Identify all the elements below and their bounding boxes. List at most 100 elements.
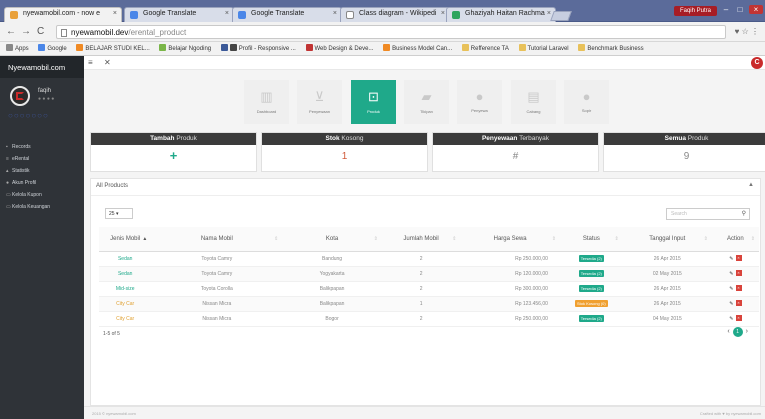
tab-ghaziyah[interactable]: Ghaziyah Haitan Rachma × [446,7,556,22]
bookmark-apps[interactable]: Apps [6,44,29,52]
search-icon[interactable]: ⚲ [742,210,746,217]
tile-cabang[interactable]: ▤ Cabang [511,80,556,124]
column-header-jumlah[interactable]: Jumlah Mobil ⇕ [381,227,461,252]
delete-icon[interactable]: × [735,285,742,292]
sidebar-item-kelola-keuangan[interactable]: ▭Kelola Keuangan [0,201,84,213]
column-label: Jumlah Mobil [403,235,439,242]
edit-icon[interactable]: ✎ [729,301,733,307]
tile-dashboard[interactable]: ▥ Dashboard [244,80,289,124]
close-tab-icon[interactable]: × [225,10,229,17]
prev-page-icon[interactable]: ‹ [727,328,729,335]
column-header-jenis[interactable]: Jenis Mobil ▲ [99,227,152,252]
card-value: 1 [341,151,348,162]
bookmark-belajar-studi[interactable]: BELAJAR STUDI KEL... [76,44,150,52]
bookmark-benchmark[interactable]: Benchmark Business [578,44,644,52]
card-penyewaan-terbanyak[interactable]: Penyewaan Terbanyak # [432,132,599,172]
sidebar-item-akun-profil[interactable]: ● Akun Profil [0,177,84,189]
sidebar-item-erental[interactable]: ≡ eRental [0,153,84,165]
sidebar-item-label: Kelola Keuangan [12,204,51,210]
cart-icon: ⊻ [314,89,325,104]
bookmark-label: Tutorial Laravel [527,46,569,52]
brand-title[interactable]: Nyewamobil.com [0,56,84,78]
close-tab-icon[interactable]: × [547,10,551,17]
edit-icon[interactable]: ✎ [729,271,733,277]
next-page-icon[interactable]: › [746,328,748,335]
tile-label: Sopir [581,108,592,113]
theme-dots-icon[interactable]: ○○○○○○○ [8,111,49,120]
sidebar-item-records[interactable]: ▪ Records [0,141,84,153]
bookmark-belajar-ngoding[interactable]: Belajar Ngoding [159,44,211,52]
search-input[interactable]: Search ⚲ [666,208,750,220]
edit-icon[interactable]: ✎ [729,286,733,292]
sidebar-item-statistik[interactable]: ▴ Statistik [0,165,84,177]
collapse-icon[interactable]: ▲ [748,182,754,188]
column-header-nama[interactable]: Nama Mobil ⇕ [151,227,283,252]
cell-kota: Balikpapan [282,281,382,297]
delete-icon[interactable]: × [735,270,742,277]
url-input[interactable]: nyewamobil.dev/erental_product [56,25,726,39]
bar-chart-icon: ▥ [260,89,273,104]
url-host: nyewamobil.dev [71,28,129,37]
cell-nama: Nissan Micra [151,311,283,327]
edit-icon[interactable]: ✎ [729,256,733,262]
bookmark-google[interactable]: Google [38,44,67,52]
bookmark-web-design[interactable]: Web Design & Deve... [305,44,373,52]
app-logo-icon[interactable]: C [751,57,763,69]
tile-penyewaan[interactable]: ⊻ Penyewaan [297,80,342,124]
extension-icons[interactable]: ♥ ☆ ⋮ [735,27,759,36]
tab-nyewamobil[interactable]: nyewamobil.com - now e × [4,7,122,22]
tile-produk[interactable]: ⊡ Produk [351,80,396,124]
edit-icon[interactable]: ✎ [729,316,733,322]
tab-google-translate-2[interactable]: Google Translate × [232,7,342,22]
tab-label: Google Translate [251,10,305,17]
forward-icon[interactable]: → [21,26,31,37]
avatar[interactable] [10,86,30,106]
bookmark-business-model[interactable]: Business Model Can... [383,44,452,52]
menu-toggle-icon[interactable]: ≡ [88,58,93,67]
column-header-tanggal[interactable]: Tanggal Input ⇕ [622,227,712,252]
maximize-icon[interactable]: □ [733,5,747,14]
tile-penyewa[interactable]: ● Penyewa [457,80,502,124]
column-label: Harga Sewa [493,235,527,242]
page-size-select[interactable]: 25 ▾ [105,208,133,219]
close-tab-icon[interactable]: × [113,10,117,17]
new-tab-button[interactable] [550,11,572,21]
card-semua-produk[interactable]: Semua Produk 9 [603,132,765,172]
card-tambah-produk[interactable]: Tambah Produk + [90,132,257,172]
add-product-icon[interactable]: + [91,145,256,163]
reload-icon[interactable]: C [37,26,44,37]
bookmark-refference-ta[interactable]: Refference TA [461,44,509,52]
delete-icon[interactable]: × [735,315,742,322]
user-icon: ● [475,89,484,104]
close-tab-icon[interactable]: × [441,10,445,17]
close-window-icon[interactable]: × [749,5,763,14]
sidebar-item-label: Statistik [12,168,30,174]
sidebar-item-kelola-kupon[interactable]: ▭Kelola Kupon [0,189,84,201]
fullscreen-icon[interactable]: ✕ [104,58,111,67]
bookmark-label: BELAJAR STUDI KEL... [85,46,150,52]
minimize-icon[interactable]: – [719,5,733,14]
page-current[interactable]: 1 [732,327,743,337]
tab-google-translate-1[interactable]: Google Translate × [124,7,234,22]
column-header-kota[interactable]: Kota ⇕ [282,227,382,252]
cell-harga: Rp 250.000,00 [460,251,560,267]
card-header: Stok Kosong [262,133,427,145]
table-row: Sedan Toyota Camry Yogyakarta 2 Rp 120.0… [99,266,759,282]
column-header-status[interactable]: Status ⇕ [559,227,623,252]
folder-icon [518,44,526,51]
delete-icon[interactable]: × [735,255,742,262]
delete-icon[interactable]: × [735,300,742,307]
tab-wikipedia[interactable]: Class diagram - Wikipedi × [340,7,450,22]
card-stok-kosong[interactable]: Stok Kosong 1 [261,132,428,172]
close-tab-icon[interactable]: × [333,10,337,17]
bookmark-tutorial-laravel[interactable]: Tutorial Laravel [518,44,569,52]
back-icon[interactable]: ← [6,26,16,37]
column-header-harga[interactable]: Harga Sewa ⇕ [460,227,560,252]
nyewamobil-favicon-icon [10,11,18,19]
tile-tikipan[interactable]: ▰ Tikipan [404,80,449,124]
tile-sopir[interactable]: ● Sopir [564,80,609,124]
browser-user-badge[interactable]: Faqih Putra [673,6,717,16]
cell-kota: Bandung [282,251,382,267]
bookmark-profil[interactable]: Profil - Responsive ... [220,44,296,52]
column-header-action[interactable]: Action ⇕ [711,227,759,252]
